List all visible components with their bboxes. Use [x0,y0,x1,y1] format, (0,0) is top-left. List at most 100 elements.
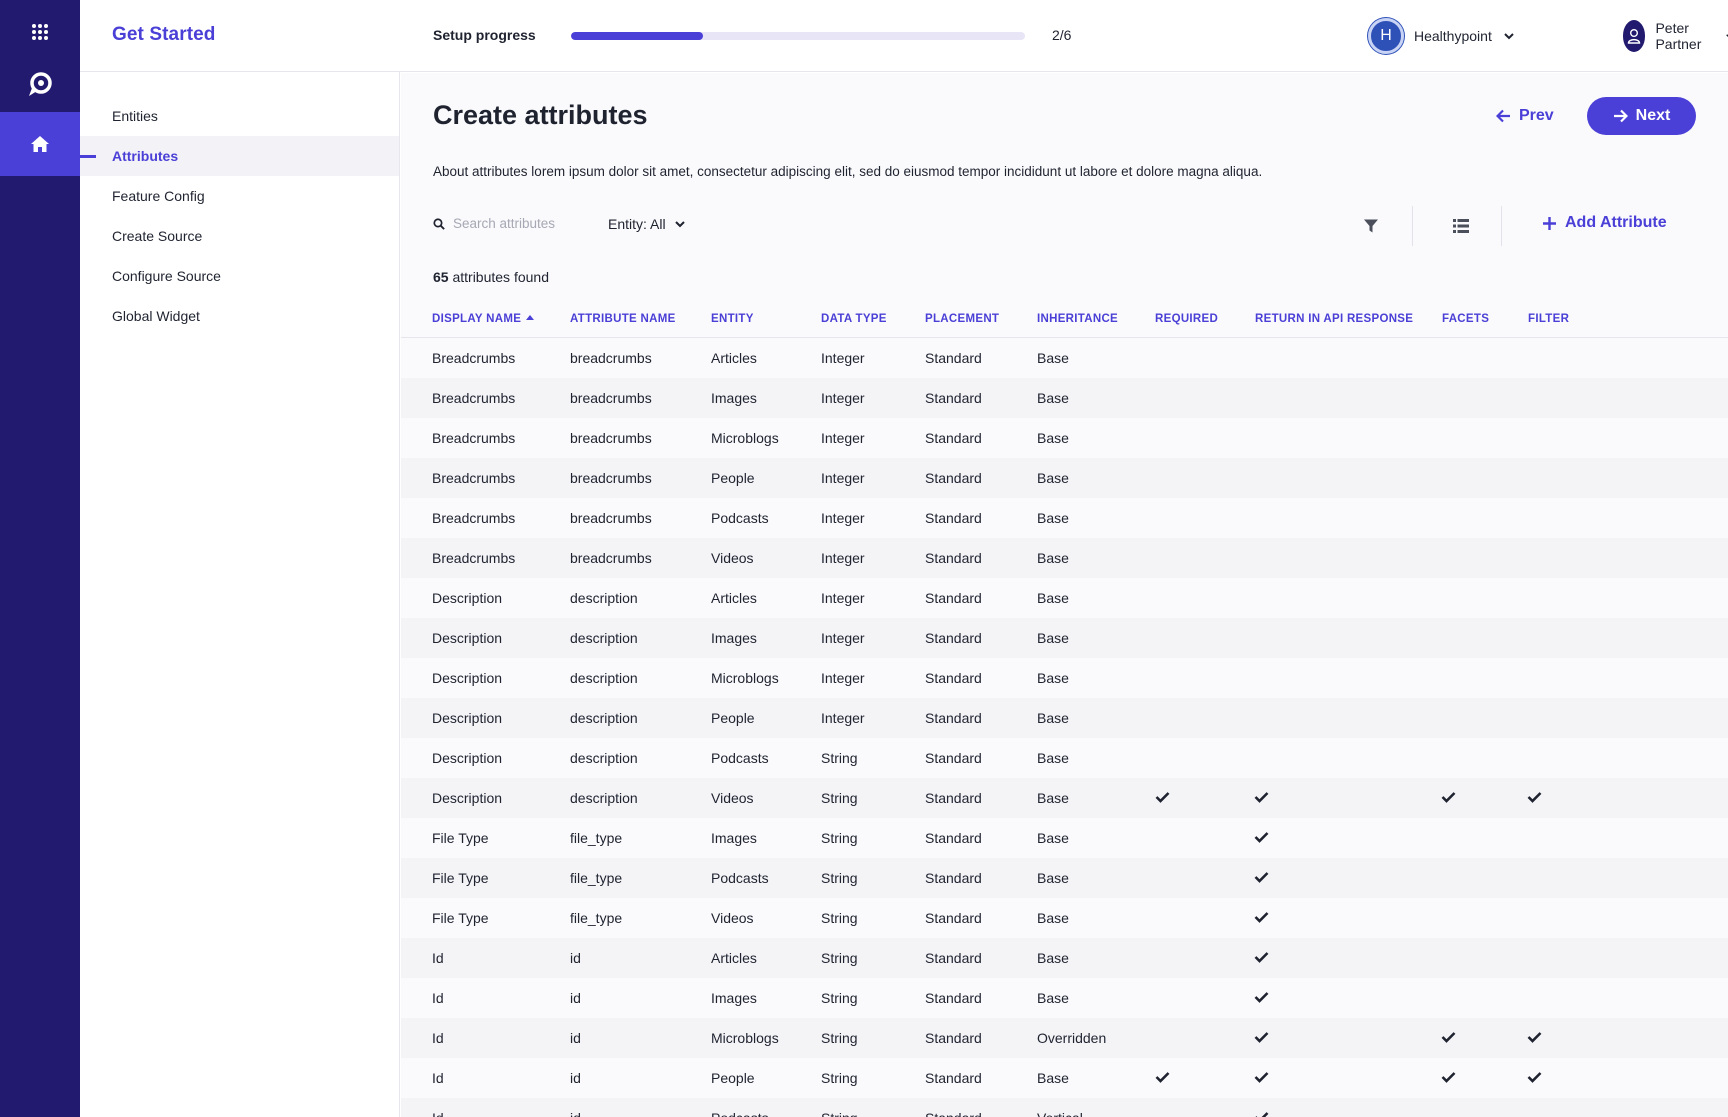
inheritance-cell: Base [1037,670,1069,686]
filter-button[interactable] [1351,206,1391,246]
add-attribute-button[interactable]: Add Attribute [1542,214,1667,232]
entity-cell: Articles [711,590,757,606]
inheritance-cell: Base [1037,830,1069,846]
step-create-source[interactable]: Create Source [80,216,399,256]
data-type-cell: String [821,1110,858,1117]
col-return-in-api-header[interactable]: Return in API response [1255,313,1413,325]
results-count: 65 attributes found [433,269,549,285]
placement-cell: Standard [925,510,982,526]
table-row[interactable]: Description description People Integer Stand… [401,698,1728,738]
add-attribute-label: Add Attribute [1565,214,1667,231]
table-row[interactable]: Description description Images Integer Stand… [401,618,1728,658]
placement-cell: Standard [925,590,982,606]
inheritance-cell: Overridden [1037,1030,1107,1046]
display-name-cell: Breadcrumbs [432,470,516,486]
table-row[interactable]: Description description Videos String Standa… [401,778,1728,818]
step-global-widget[interactable]: Global Widget [80,296,399,336]
inheritance-cell: Base [1037,470,1069,486]
chevron-down-icon [1504,32,1514,39]
list-view-button[interactable] [1441,206,1481,246]
arrow-left-icon [1496,109,1510,123]
table-row[interactable]: File Type file_type Videos String Standard Ba… [401,898,1728,938]
checkmark-icon [1254,992,1269,1003]
org-name: Healthypoint [1414,28,1492,44]
table-row[interactable]: Id id Images String Standard Base [401,978,1728,1018]
table-row[interactable]: Description description Articles Integer Sta… [401,578,1728,618]
entity-cell: Articles [711,950,757,966]
column-header-label: Display Name [432,313,522,325]
col-attribute-name-header[interactable]: Attribute Name [570,313,676,325]
table-row[interactable]: File Type file_type Images String Standard Ba… [401,818,1728,858]
inheritance-cell: Base [1037,910,1069,926]
rail-home-button[interactable] [0,112,80,176]
table-row[interactable]: Description description Podcasts String Stan… [401,738,1728,778]
col-data-type-header[interactable]: Data Type [821,313,887,325]
attribute-name-cell: breadcrumbs [570,390,652,406]
data-type-cell: Integer [821,710,865,726]
entity-filter-label: Entity: All [608,216,666,232]
step-configure-source[interactable]: Configure Source [80,256,399,296]
table-row[interactable]: Breadcrumbs breadcrumbs Podcasts Integer Sta… [401,498,1728,538]
chevron-down-icon [674,220,685,227]
entity-cell: Videos [711,910,754,926]
table-row[interactable]: Breadcrumbs breadcrumbs Articles Integer Sta… [401,338,1728,378]
attributes-table: Display Name Attribute Name Entity Data Typ… [401,298,1728,1117]
entity-cell: Microblogs [711,1030,779,1046]
table-row[interactable]: Id id Articles String Standard Base [401,938,1728,978]
table-row[interactable]: Breadcrumbs breadcrumbs Microblogs Integer S… [401,418,1728,458]
rail-logo-button[interactable] [0,52,80,116]
table-row[interactable]: Id id People String Standard Base [401,1058,1728,1098]
results-count-number: 65 [433,269,449,285]
display-name-cell: File Type [432,830,489,846]
display-name-cell: File Type [432,870,489,886]
attribute-name-cell: description [570,710,638,726]
step-entities[interactable]: Entities [80,96,399,136]
page-description: About attributes lorem ipsum dolor sit a… [433,164,1263,179]
table-row[interactable]: Id id Microblogs String Standard Overridden [401,1018,1728,1058]
user-icon [1628,29,1641,44]
entity-cell: People [711,1070,755,1086]
step-feature-config[interactable]: Feature Config [80,176,399,216]
table-row[interactable]: Breadcrumbs breadcrumbs Images Integer Stand… [401,378,1728,418]
placement-cell: Standard [925,390,982,406]
attribute-name-cell: description [570,790,638,806]
attribute-name-cell: id [570,1110,581,1117]
checkmark-icon [1155,792,1170,803]
table-row[interactable]: Breadcrumbs breadcrumbs People Integer Stand… [401,458,1728,498]
col-entity-header[interactable]: Entity [711,313,754,325]
checkmark-icon [1527,1072,1542,1083]
attribute-name-cell: breadcrumbs [570,350,652,366]
org-switcher[interactable]: H Healthypoint [1368,18,1514,54]
avatar [1623,20,1646,52]
checkmark-icon [1254,872,1269,883]
entity-filter-dropdown[interactable]: Entity: All [608,216,685,232]
checkmark-icon [1441,1032,1456,1043]
checkmark-icon [1254,1032,1269,1043]
inheritance-cell: Base [1037,630,1069,646]
col-display-name-header[interactable]: Display Name [432,313,535,325]
data-type-cell: String [821,990,858,1006]
table-row[interactable]: Description description Microblogs Integer S… [401,658,1728,698]
display-name-cell: Description [432,750,503,766]
entity-cell: Images [711,990,757,1006]
col-filter-header[interactable]: Filter [1528,313,1569,325]
col-inheritance-header[interactable]: Inheritance [1037,313,1118,325]
attribute-name-cell: id [570,950,581,966]
prev-button[interactable]: Prev [1484,97,1566,135]
checkmark-icon [1527,1032,1542,1043]
setup-steps-nav: Entities Attributes Feature Config Creat… [80,72,400,1117]
app-rail [0,0,80,1117]
next-button[interactable]: Next [1587,97,1696,135]
table-row[interactable]: File Type file_type Podcasts String Standard… [401,858,1728,898]
search-icon [433,217,445,230]
user-menu[interactable]: Peter Partner [1623,18,1728,54]
col-facets-header[interactable]: Facets [1442,313,1489,325]
search-input[interactable] [453,216,593,231]
step-attributes[interactable]: Attributes [80,136,399,176]
logo-icon [29,72,52,96]
table-row[interactable]: Id id Podcasts String Standard Vertical [401,1098,1728,1117]
table-row[interactable]: Breadcrumbs breadcrumbs Videos Integer Stand… [401,538,1728,578]
col-placement-header[interactable]: Placement [925,313,999,325]
col-required-header[interactable]: Required [1155,313,1218,325]
data-type-cell: Integer [821,430,865,446]
